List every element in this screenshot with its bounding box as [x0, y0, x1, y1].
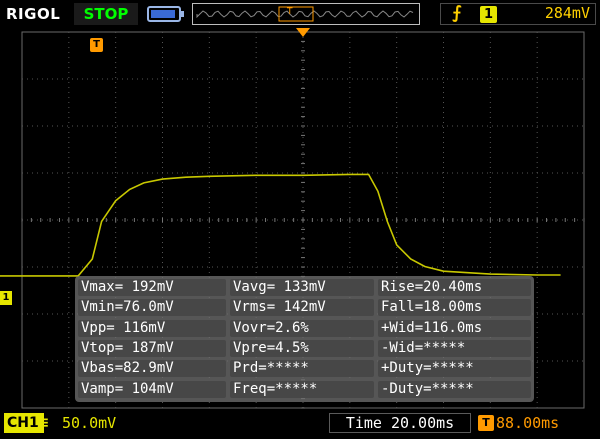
measurement-cell: Prd=*****	[230, 360, 374, 378]
channel-label[interactable]: CH1	[4, 413, 44, 433]
measurement-cell: Vavg= 133mV	[230, 279, 374, 296]
measurement-cell: -Duty=*****	[378, 380, 531, 398]
measurement-cell: Vmax= 192mV	[78, 279, 226, 296]
memory-trigger-tag: T	[286, 7, 293, 17]
brand-logo: RIGOL	[6, 5, 61, 23]
trigger-channel-badge: 1	[480, 6, 497, 23]
measurement-cell: Vrms= 142mV	[230, 299, 374, 317]
horizontal-position-readout[interactable]: 88.00ms	[496, 413, 559, 433]
memory-depth-bar: T	[192, 3, 420, 25]
measurement-cell: Vbas=82.9mV	[78, 360, 226, 378]
rising-edge-icon: ⨍	[452, 3, 462, 23]
vertical-scale[interactable]: 50.0mV	[62, 413, 116, 433]
measurement-cell: Vpp= 116mV	[78, 319, 226, 337]
measurement-cell: +Wid=116.0ms	[378, 319, 531, 337]
measurement-cell: Vamp= 104mV	[78, 380, 226, 398]
measurement-cell: Fall=18.00ms	[378, 299, 531, 317]
coupling-icon: ≡	[40, 415, 49, 431]
measurement-cell: +Duty=*****	[378, 360, 531, 378]
measurement-cell: -Wid=*****	[378, 339, 531, 357]
trigger-level-marker[interactable]: T	[90, 38, 103, 52]
measurement-cell: Freq=*****	[230, 380, 374, 398]
trigger-position-icon[interactable]	[296, 28, 310, 38]
measurement-cell: Vmin=76.0mV	[78, 299, 226, 317]
timebase-readout[interactable]: Time 20.00ms	[329, 413, 471, 433]
measurement-cell: Vovr=2.6%	[230, 319, 374, 337]
horizontal-position-icon: T	[478, 415, 494, 431]
measurement-cell: Rise=20.40ms	[378, 279, 531, 296]
ch1-ground-marker[interactable]: 1	[0, 291, 12, 305]
measurement-cell: Vtop= 187mV	[78, 339, 226, 357]
battery-icon	[147, 6, 184, 22]
ch1-trace	[0, 173, 561, 277]
trigger-level-readout: 284mV	[544, 4, 590, 22]
measurement-cell: Vpre=4.5%	[230, 339, 374, 357]
memory-waveform-preview: T	[196, 6, 414, 22]
run-state-indicator[interactable]: STOP	[74, 3, 138, 25]
